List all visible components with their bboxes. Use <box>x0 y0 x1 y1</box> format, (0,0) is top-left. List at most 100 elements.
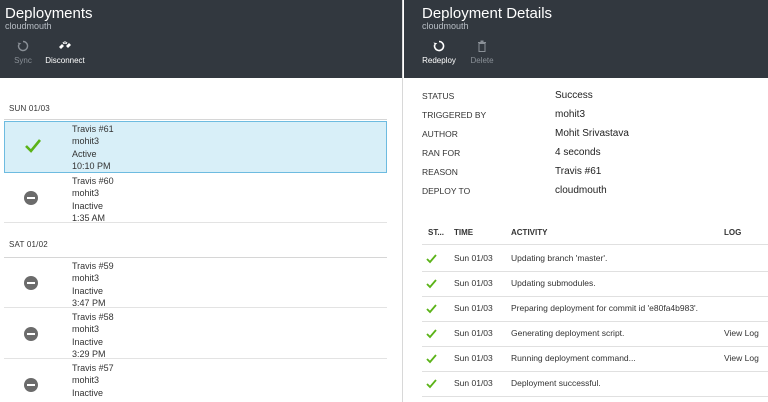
log-row[interactable]: Sun 01/03 Updating submodules. <box>422 272 768 297</box>
log-row[interactable]: Sun 01/03 Deployment successful. <box>422 372 768 397</box>
deployment-state: Inactive <box>72 200 104 211</box>
delete-label: Delete <box>470 56 494 65</box>
inactive-icon <box>22 325 40 343</box>
detail-key: AUTHOR <box>422 129 458 139</box>
deployment-state: Inactive <box>72 387 104 398</box>
deployment-name: Travis #61 <box>72 124 114 134</box>
log-activity: Updating branch 'master'. <box>511 253 608 263</box>
inactive-icon <box>22 376 40 394</box>
column-header-activity[interactable]: ACTIVITY <box>511 228 547 237</box>
success-check-icon <box>426 254 437 264</box>
detail-value: Success <box>555 90 593 101</box>
inactive-icon <box>22 274 40 292</box>
deployment-name: Travis #58 <box>72 312 114 322</box>
column-header-status[interactable]: ST... <box>428 228 444 237</box>
pane-title: Deployment Details <box>422 5 553 22</box>
pane-subtitle: cloudmouth <box>422 21 469 31</box>
deployment-time: 3:47 PM <box>72 297 106 308</box>
detail-key: DEPLOY TO <box>422 186 471 196</box>
delete-button[interactable]: Delete <box>452 40 512 65</box>
column-header-time[interactable]: TIME <box>454 228 473 237</box>
success-check-icon <box>426 304 437 314</box>
deployment-name: Travis #59 <box>72 261 114 271</box>
divider <box>422 244 768 245</box>
success-check-icon <box>426 354 437 364</box>
details-header: Deployment Details cloudmouth Redeploy D… <box>404 0 768 78</box>
log-row[interactable]: Sun 01/03 Running deployment command... … <box>422 347 768 372</box>
log-time: Sun 01/03 <box>454 353 493 363</box>
detail-value: 4 seconds <box>555 147 601 158</box>
deployment-time: 10:10 PM <box>72 160 111 171</box>
log-time: Sun 01/03 <box>454 253 493 263</box>
success-check-icon <box>426 379 437 389</box>
detail-value: mohit3 <box>555 109 586 120</box>
deployment-state: Active <box>72 148 97 159</box>
pane-title: Deployments <box>5 5 93 22</box>
column-header-log[interactable]: LOG <box>724 228 741 237</box>
view-log-link[interactable]: View Log <box>724 328 759 338</box>
disconnect-button[interactable]: Disconnect <box>35 40 95 65</box>
deployment-author: mohit3 <box>72 188 100 199</box>
detail-reason: REASON Travis #61 <box>422 166 762 186</box>
detail-ran-for: RAN FOR 4 seconds <box>422 147 762 167</box>
deployment-time: 1:35 AM <box>72 212 106 223</box>
deployment-item-travis-58[interactable]: Travis #58 mohit3 Inactive 3:29 PM <box>4 309 387 359</box>
deployment-author: mohit3 <box>72 273 100 284</box>
detail-key: STATUS <box>422 91 455 101</box>
deployment-state: Inactive <box>72 285 104 296</box>
deployment-author: mohit3 <box>72 136 100 147</box>
detail-key: TRIGGERED BY <box>422 110 487 120</box>
deployment-info: Travis #57 mohit3 Inactive <box>72 362 114 399</box>
log-activity: Generating deployment script. <box>511 328 625 338</box>
list-scrollbar[interactable] <box>389 78 401 402</box>
log-row[interactable]: Sun 01/03 Preparing deployment for commi… <box>422 297 768 322</box>
deployment-item-travis-61[interactable]: Travis #61 mohit3 Active 10:10 PM <box>4 121 387 173</box>
deployment-name: Travis #60 <box>72 176 114 186</box>
log-time: Sun 01/03 <box>454 278 493 288</box>
deployment-details-pane: Deployment Details cloudmouth Redeploy D… <box>404 0 768 402</box>
pane-subtitle: cloudmouth <box>5 21 52 31</box>
detail-key: REASON <box>422 167 458 177</box>
detail-status: STATUS Success <box>422 90 762 110</box>
date-group-label: SUN 01/03 <box>9 104 50 113</box>
deployment-info: Travis #61 mohit3 Active 10:10 PM <box>72 123 114 172</box>
detail-triggered-by: TRIGGERED BY mohit3 <box>422 109 762 129</box>
azure-deployments-blade: Deployments cloudmouth Sync Disconnect S… <box>0 0 768 402</box>
disconnect-icon <box>35 40 95 54</box>
date-group-label: SAT 01/02 <box>9 240 48 249</box>
success-check-icon <box>24 138 42 156</box>
log-activity: Updating submodules. <box>511 278 596 288</box>
deployment-info: Travis #58 mohit3 Inactive 3:29 PM <box>72 311 114 360</box>
log-activity: Deployment successful. <box>511 378 601 388</box>
detail-value: Mohit Srivastava <box>555 128 629 139</box>
detail-key: RAN FOR <box>422 148 461 158</box>
view-log-link[interactable]: View Log <box>724 353 759 363</box>
deployments-header: Deployments cloudmouth Sync Disconnect <box>0 0 402 78</box>
log-time: Sun 01/03 <box>454 328 493 338</box>
deployment-name: Travis #57 <box>72 363 114 373</box>
log-row[interactable]: Sun 01/03 Updating branch 'master'. <box>422 247 768 272</box>
log-row[interactable]: Sun 01/03 Generating deployment script. … <box>422 322 768 347</box>
deployment-time: 3:29 PM <box>72 348 106 359</box>
log-activity: Running deployment command... <box>511 353 636 363</box>
trash-icon <box>452 40 512 54</box>
detail-value: Travis #61 <box>555 166 602 177</box>
deployment-info: Travis #60 mohit3 Inactive 1:35 AM <box>72 175 114 224</box>
divider <box>4 119 387 120</box>
divider <box>422 396 768 397</box>
success-check-icon <box>426 329 437 339</box>
deployment-state: Inactive <box>72 336 104 347</box>
log-time: Sun 01/03 <box>454 378 493 388</box>
deployment-info: Travis #59 mohit3 Inactive 3:47 PM <box>72 260 114 309</box>
disconnect-label: Disconnect <box>45 56 85 65</box>
inactive-icon <box>22 189 40 207</box>
log-time: Sun 01/03 <box>454 303 493 313</box>
deployment-item-travis-59[interactable]: Travis #59 mohit3 Inactive 3:47 PM <box>4 258 387 308</box>
deployment-item-travis-57[interactable]: Travis #57 mohit3 Inactive <box>4 360 387 402</box>
success-check-icon <box>426 279 437 289</box>
deployment-item-travis-60[interactable]: Travis #60 mohit3 Inactive 1:35 AM <box>4 173 387 223</box>
deployment-author: mohit3 <box>72 324 100 335</box>
deployment-author: mohit3 <box>72 375 100 386</box>
detail-author: AUTHOR Mohit Srivastava <box>422 128 762 148</box>
detail-value: cloudmouth <box>555 185 607 196</box>
